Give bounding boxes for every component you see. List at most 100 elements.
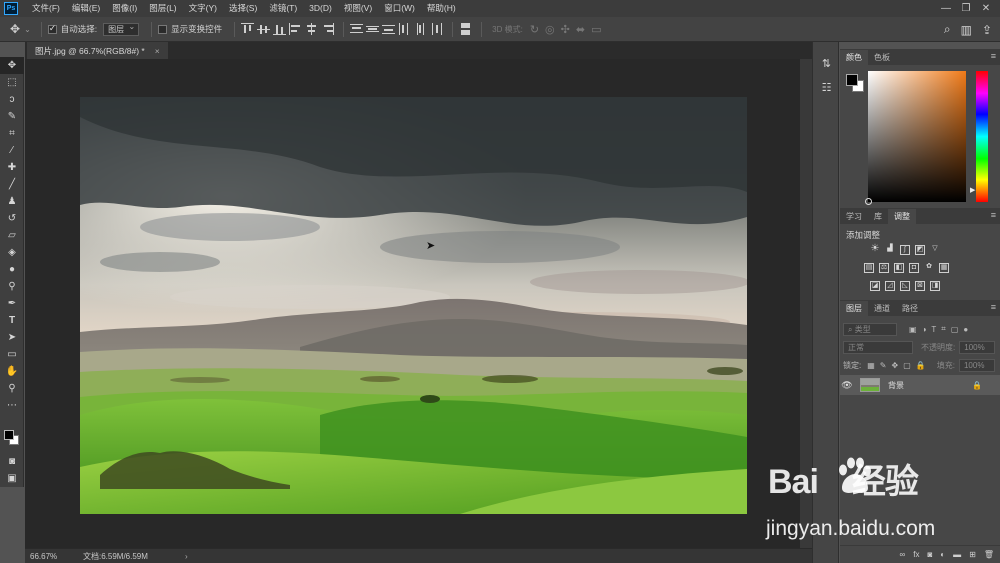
pen-tool-icon[interactable]: ✒ [0,295,24,312]
align-vcenter-icon[interactable] [257,23,271,35]
channel-mixer-icon[interactable]: ✿ [924,263,934,273]
panel-menu-icon[interactable]: ≡ [991,210,996,220]
hue-slider-marker-icon[interactable]: ▶ [970,186,975,194]
menu-3d[interactable]: 3D(D) [303,0,338,17]
distribute-vcenter-icon[interactable] [366,23,380,35]
menu-layer[interactable]: 图层(L) [143,0,182,17]
lock-all-icon[interactable]: 🔒 [916,361,926,370]
workspace-icon[interactable]: ▥ [961,23,972,37]
trash-icon[interactable]: 🗑 [984,550,994,559]
filter-toggle-icon[interactable]: ● [963,325,968,334]
type-tool-icon[interactable]: T [0,312,24,329]
filter-shape-icon[interactable]: ⌗ [941,324,946,334]
tab-adjustments[interactable]: 调整 [888,209,916,224]
eraser-tool-icon[interactable]: ▱ [0,227,24,244]
fx-icon[interactable]: fx [913,550,919,559]
lock-pixels-icon[interactable]: ✎ [880,361,887,370]
menu-image[interactable]: 图像(I) [106,0,143,17]
crop-tool-icon[interactable]: ⌗ [0,125,24,142]
layer-name[interactable]: 背景 [888,380,904,391]
3d-roll-icon[interactable]: ◎ [545,23,555,36]
group-icon[interactable]: ▬ [953,550,961,559]
link-icon[interactable]: ∞ [900,550,906,559]
menu-select[interactable]: 选择(S) [223,0,263,17]
lock-transparency-icon[interactable]: ▦ [867,361,875,370]
auto-select-target-dropdown[interactable]: 图层 [103,22,140,36]
panel-foreground-swatch[interactable] [846,74,858,86]
align-top-icon[interactable] [241,23,255,35]
restore-button[interactable]: ❐ [956,0,976,17]
search-icon[interactable]: ⌕ [944,22,951,37]
3d-drag-icon[interactable]: ✣ [561,23,570,36]
tab-paths[interactable]: 路径 [896,301,924,316]
opacity-field[interactable]: 100% [959,340,996,354]
color-picker-field[interactable] [865,71,966,205]
lasso-tool-icon[interactable]: ↄ [0,91,24,108]
blur-tool-icon[interactable]: ● [0,261,24,278]
layer-row[interactable]: 👁 背景 🔒 [840,375,1000,395]
black-white-icon[interactable]: ◧ [894,263,904,273]
minimize-button[interactable]: — [936,0,956,17]
tab-layers[interactable]: 图层 [840,301,868,316]
align-hcenter-icon[interactable] [305,23,318,35]
foreground-color-swatch[interactable] [4,430,14,440]
new-layer-icon[interactable]: ⊞ [969,550,976,559]
path-select-tool-icon[interactable]: ➤ [0,329,24,346]
align-right-icon[interactable] [321,23,335,35]
healing-brush-tool-icon[interactable]: ✚ [0,159,24,176]
color-picker-cursor[interactable] [865,198,872,205]
close-tab-icon[interactable]: × [155,46,160,56]
3d-slide-icon[interactable]: ⬌ [576,23,585,36]
auto-align-icon[interactable] [459,23,472,35]
menu-file[interactable]: 文件(F) [26,0,66,17]
hue-saturation-icon[interactable]: ▤ [864,263,874,273]
tab-color[interactable]: 颜色 [840,50,868,65]
tab-swatches[interactable]: 色板 [868,50,896,65]
tool-preset-chevron-icon[interactable]: ⌄ [24,25,31,34]
tab-channels[interactable]: 通道 [868,301,896,316]
color-balance-icon[interactable]: ⚖ [879,263,889,273]
move-tool-icon[interactable]: ✥ [10,22,20,36]
posterize-icon[interactable]: ◿ [885,281,895,291]
filter-type-icon[interactable]: T [931,325,936,334]
more-tools-icon[interactable]: ⋯ [0,397,24,414]
clone-stamp-tool-icon[interactable]: ♟ [0,193,24,210]
menu-type[interactable]: 文字(Y) [183,0,223,17]
tab-libraries[interactable]: 库 [868,209,888,224]
filter-smart-icon[interactable]: ▢ [951,325,959,334]
fill-field[interactable]: 100% [958,358,995,372]
gradient-map-icon[interactable]: ◨ [930,281,940,291]
menu-window[interactable]: 窗口(W) [378,0,421,17]
distribute-hcenter-icon[interactable] [414,23,427,35]
screen-mode-icon[interactable]: ▣ [0,470,24,487]
distribute-top-icon[interactable] [350,23,364,35]
filter-pixel-icon[interactable]: ▣ [909,325,917,334]
menu-help[interactable]: 帮助(H) [421,0,462,17]
lock-position-icon[interactable]: ✥ [892,361,899,370]
menu-view[interactable]: 视图(V) [338,0,378,17]
properties-panel-icon[interactable]: ☷ [813,76,840,100]
zoom-tool-icon[interactable]: ⚲ [0,380,24,397]
selective-color-icon[interactable]: ⊠ [915,281,925,291]
3d-video-icon[interactable]: ▭ [591,23,601,36]
history-brush-tool-icon[interactable]: ↺ [0,210,24,227]
distribute-left-icon[interactable] [398,23,411,35]
brush-tool-icon[interactable]: ╱ [0,176,24,193]
mask-icon[interactable]: ◙ [927,550,932,559]
document-tab[interactable]: 图片.jpg @ 66.7%(RGB/8#) * × [27,42,168,59]
photoshop-logo[interactable]: Ps [4,2,18,15]
menu-edit[interactable]: 编辑(E) [66,0,106,17]
status-menu-arrow[interactable]: › [185,552,188,561]
quick-select-tool-icon[interactable]: ✎ [0,108,24,125]
paint-bucket-tool-icon[interactable]: ◈ [0,244,24,261]
vibrance-icon[interactable]: ▽ [930,245,940,255]
adjustment-icon[interactable]: ◐ [940,550,945,559]
distribute-right-icon[interactable] [430,23,443,35]
share-icon[interactable]: ⇪ [982,23,992,37]
distribute-bottom-icon[interactable] [382,23,396,35]
dodge-tool-icon[interactable]: ⚲ [0,278,24,295]
curves-icon[interactable]: ∫ [900,245,910,255]
landscape-photo[interactable]: ➤ [80,97,747,514]
exposure-icon[interactable]: ◩ [915,245,925,255]
layer-filter-dropdown[interactable]: ⌕ 类型 [843,322,897,336]
